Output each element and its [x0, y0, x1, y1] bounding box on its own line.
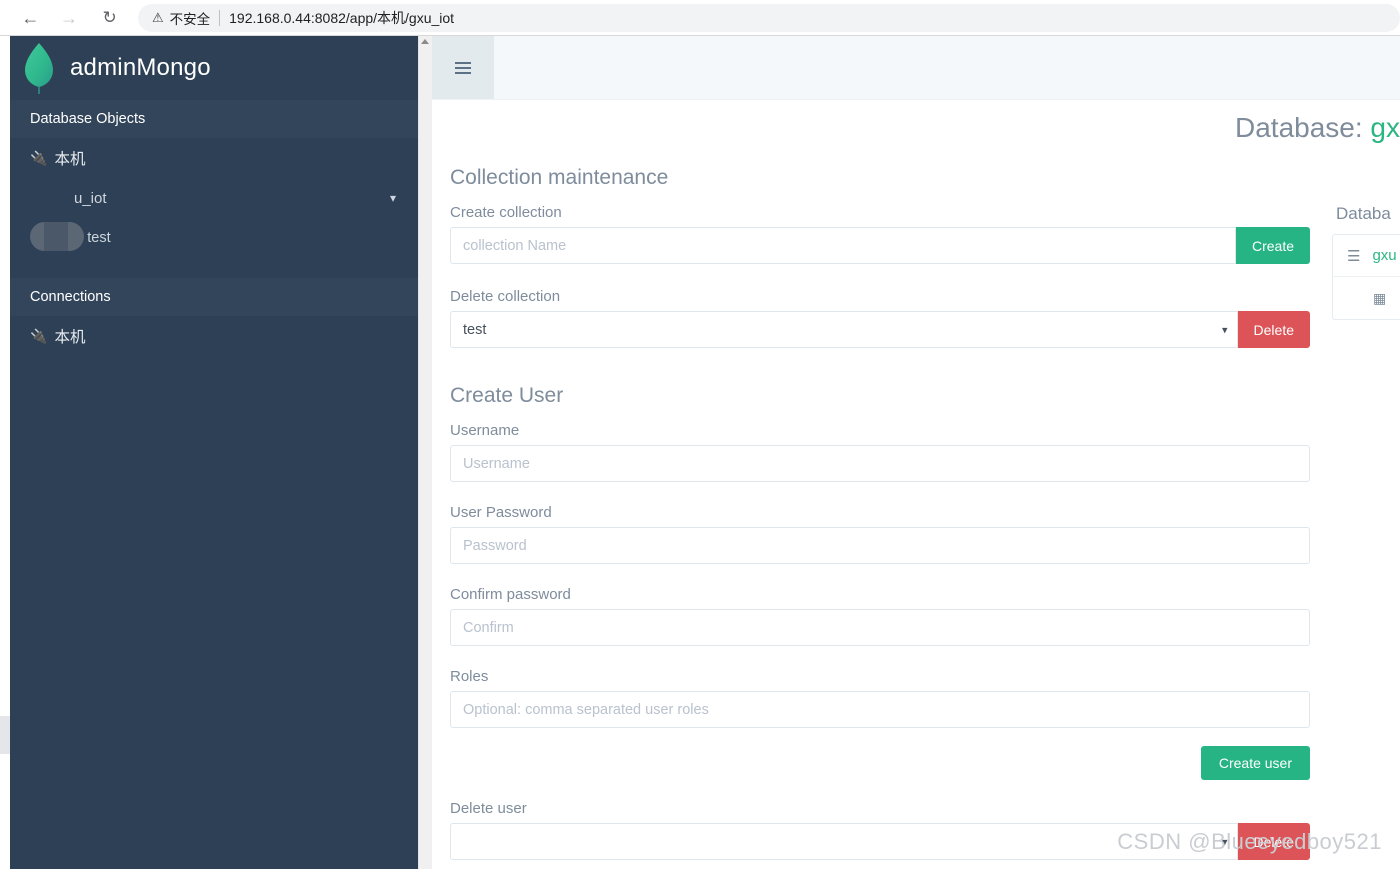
create-collection-input[interactable] [450, 227, 1236, 264]
chevron-down-icon[interactable]: ▾ [390, 191, 396, 205]
page-title-prefix: Database: [1235, 112, 1371, 143]
warning-triangle-icon: ⚠ [151, 10, 164, 25]
delete-user-select-wrap: ▾ [450, 823, 1238, 860]
sidebar-item-connections-local[interactable]: 🔌 本机 [10, 316, 418, 356]
omnibox-divider [219, 9, 221, 26]
username-input[interactable] [450, 445, 1310, 482]
delete-user-select[interactable] [450, 823, 1238, 860]
create-collection-group: Create [450, 227, 1310, 264]
delete-collection-select[interactable]: test [450, 311, 1238, 348]
list-item[interactable]: ▦ [1333, 277, 1400, 319]
sidebar: adminMongo Database Objects 🔌 本机 u_iot ▾… [10, 36, 418, 869]
main-content: Database: gx Collection maintenance Crea… [432, 36, 1400, 869]
delete-collection-button[interactable]: Delete [1237, 311, 1310, 348]
browser-chrome: ← → ↻ ⚠ 不安全 192.168.0.44:8082/app/本机/gxu… [0, 0, 1400, 36]
delete-user-group: ▾ Delete [450, 823, 1310, 860]
delete-collection-select-wrap: test ▾ [450, 311, 1238, 348]
database-panel-label: Databa [1336, 204, 1391, 223]
address-bar[interactable]: ⚠ 不安全 192.168.0.44:8082/app/本机/gxu_iot [137, 3, 1400, 32]
forms-column: Collection maintenance Create collection… [450, 140, 1330, 860]
brand-header[interactable]: adminMongo [10, 36, 418, 100]
topbar [432, 36, 1400, 100]
url-text: 192.168.0.44:8082/app/本机/gxu_iot [229, 9, 455, 26]
page-title-database-name: gx [1370, 112, 1400, 143]
redaction-overlay-inner [44, 222, 68, 251]
reload-icon[interactable]: ↻ [95, 3, 124, 33]
page-viewport: adminMongo Database Objects 🔌 本机 u_iot ▾… [0, 36, 1400, 869]
back-icon[interactable]: ← [16, 3, 45, 33]
hamburger-icon[interactable] [432, 36, 494, 99]
delete-user-label: Delete user [450, 800, 527, 817]
create-user-button[interactable]: Create user [1200, 746, 1310, 780]
delete-user-button[interactable]: Delete [1237, 823, 1310, 860]
confirm-password-label: Confirm password [450, 586, 571, 603]
sidebar-item-database[interactable]: u_iot ▾ [10, 178, 418, 218]
confirm-password-input[interactable] [450, 609, 1310, 646]
sidebar-item-label: 本机 [54, 329, 86, 346]
create-user-button-row: Create user [450, 746, 1310, 780]
content-area: Collection maintenance Create collection… [432, 140, 1400, 869]
list-item-label: gxu [1372, 247, 1397, 264]
create-user-title: Create User [450, 384, 564, 407]
sidebar-item-label: u_iot [74, 189, 107, 207]
security-status-label: 不安全 [169, 11, 211, 27]
scroll-up-arrow-icon[interactable] [421, 39, 429, 44]
user-password-input[interactable] [450, 527, 1310, 564]
sidebar-section-label: Connections [30, 289, 111, 305]
brand-title: adminMongo [70, 54, 211, 81]
sidebar-item-connection-local[interactable]: 🔌 本机 [10, 138, 418, 178]
delete-collection-label: Delete collection [450, 288, 561, 305]
sidebar-item-label: test [87, 230, 111, 246]
database-stack-icon: ☰ [1347, 247, 1361, 265]
sidebar-section-database-objects: Database Objects [10, 100, 418, 138]
username-label: Username [450, 422, 520, 439]
roles-input[interactable] [450, 691, 1310, 728]
user-password-label: User Password [450, 504, 552, 521]
list-item[interactable]: ☰ gxu [1333, 235, 1400, 277]
page-scrollbar[interactable] [418, 36, 432, 869]
roles-label: Roles [450, 668, 489, 685]
collection-maintenance-title: Collection maintenance [450, 166, 669, 189]
plug-icon: 🔌 [30, 327, 48, 344]
delete-collection-group: test ▾ Delete [450, 311, 1310, 348]
page-scroll-artifact [0, 716, 10, 754]
table-grid-icon: ▦ [1373, 289, 1387, 306]
create-collection-label: Create collection [450, 204, 562, 221]
sidebar-item-label: 本机 [54, 151, 86, 168]
mongodb-leaf-icon [25, 43, 53, 94]
sidebar-section-label: Database Objects [30, 111, 146, 127]
plug-icon: 🔌 [30, 149, 48, 166]
database-panel-column: Databa ☰ gxu ▦ [1332, 140, 1400, 320]
forward-icon[interactable]: → [55, 3, 84, 33]
hamburger-glyph [455, 61, 471, 74]
sidebar-section-connections: Connections [10, 278, 418, 316]
create-collection-button[interactable]: Create [1235, 227, 1310, 264]
database-list-panel: ☰ gxu ▦ [1332, 234, 1400, 320]
